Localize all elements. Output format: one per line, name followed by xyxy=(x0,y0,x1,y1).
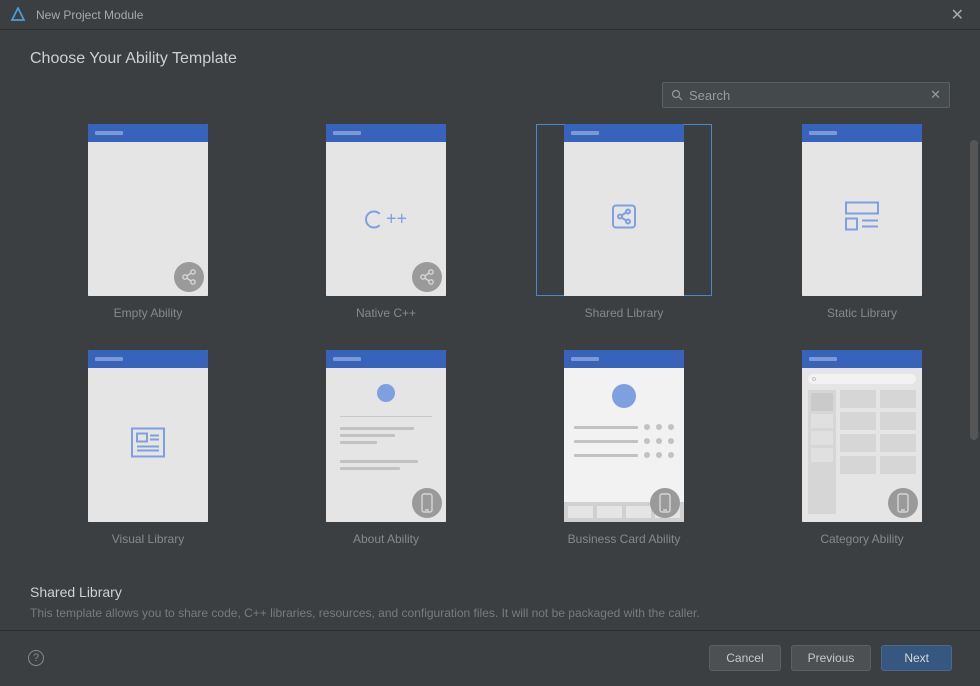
search-row: ✕ xyxy=(30,82,950,108)
template-native-cpp[interactable]: ++ Native C++ xyxy=(298,124,474,320)
template-card-header xyxy=(326,350,446,368)
template-card-header xyxy=(326,124,446,142)
template-card xyxy=(88,124,208,296)
template-card-body xyxy=(802,142,922,296)
selected-template-description: This template allows you to share code, … xyxy=(30,606,950,620)
template-card-body xyxy=(88,142,208,296)
template-category-ability[interactable]: Category Ability xyxy=(774,350,950,546)
template-label: Empty Ability xyxy=(114,306,183,320)
template-visual-library[interactable]: Visual Library xyxy=(60,350,236,546)
next-button[interactable]: Next xyxy=(881,645,952,671)
template-card-body xyxy=(326,368,446,522)
previous-button[interactable]: Previous xyxy=(791,645,872,671)
template-card-outline xyxy=(564,350,684,522)
cancel-button[interactable]: Cancel xyxy=(709,645,780,671)
phone-badge-icon xyxy=(888,488,918,518)
template-card-header xyxy=(802,350,922,368)
template-card-outline xyxy=(88,350,208,522)
template-card xyxy=(564,124,684,296)
document-icon xyxy=(131,428,165,463)
template-card-body xyxy=(564,142,684,296)
template-label: Business Card Ability xyxy=(568,532,681,546)
template-card-header xyxy=(802,124,922,142)
template-card xyxy=(88,350,208,522)
template-card-body xyxy=(564,368,684,522)
share-icon xyxy=(610,203,638,236)
footer: ? Cancel Previous Next xyxy=(0,630,980,684)
template-card xyxy=(326,350,446,522)
close-icon[interactable]: ✕ xyxy=(945,3,970,27)
template-card-outline xyxy=(326,350,446,522)
template-card-outline xyxy=(802,124,922,296)
template-label: Visual Library xyxy=(112,532,184,546)
template-card-body xyxy=(88,368,208,522)
template-grid: Empty Ability ++ Native C++ Shared Library S… xyxy=(30,124,936,546)
description-area: Shared Library This template allows you … xyxy=(30,584,950,620)
app-icon xyxy=(10,7,26,23)
template-label: Shared Library xyxy=(585,306,664,320)
template-card-header xyxy=(564,124,684,142)
main-content: Choose Your Ability Template ✕ Empty Abi… xyxy=(0,30,980,630)
template-label: Category Ability xyxy=(820,532,903,546)
share-badge-icon xyxy=(174,262,204,292)
template-about-ability[interactable]: About Ability xyxy=(298,350,474,546)
scrollbar[interactable] xyxy=(970,140,978,570)
template-card-outline xyxy=(536,124,712,296)
template-label: About Ability xyxy=(353,532,419,546)
selected-template-title: Shared Library xyxy=(30,584,950,600)
share-badge-icon xyxy=(412,262,442,292)
template-empty-ability[interactable]: Empty Ability xyxy=(60,124,236,320)
phone-badge-icon xyxy=(412,488,442,518)
template-card-body: ++ xyxy=(326,142,446,296)
help-icon[interactable]: ? xyxy=(28,650,44,666)
list-icon xyxy=(845,202,879,237)
page-title: Choose Your Ability Template xyxy=(30,50,950,68)
template-card: ++ xyxy=(326,124,446,296)
template-card-outline xyxy=(802,350,922,522)
template-shared-library[interactable]: Shared Library xyxy=(536,124,712,320)
template-card-header xyxy=(564,350,684,368)
scrollbar-thumb[interactable] xyxy=(970,140,978,440)
template-card-body xyxy=(802,368,922,522)
template-card xyxy=(564,350,684,522)
template-card-header xyxy=(88,350,208,368)
clear-search-icon[interactable]: ✕ xyxy=(930,87,941,103)
search-input[interactable] xyxy=(689,88,930,103)
template-label: Native C++ xyxy=(356,306,416,320)
template-business-card-ability[interactable]: Business Card Ability xyxy=(536,350,712,546)
phone-badge-icon xyxy=(650,488,680,518)
template-scroll-area: Empty Ability ++ Native C++ Shared Library S… xyxy=(30,124,950,554)
template-card xyxy=(802,124,922,296)
search-field[interactable]: ✕ xyxy=(662,82,950,108)
template-label: Static Library xyxy=(827,306,897,320)
template-card-header xyxy=(88,124,208,142)
cpp-icon: ++ xyxy=(365,209,407,230)
template-card xyxy=(802,350,922,522)
titlebar: New Project Module ✕ xyxy=(0,0,980,30)
template-static-library[interactable]: Static Library xyxy=(774,124,950,320)
search-icon xyxy=(671,89,683,101)
template-card-outline xyxy=(88,124,208,296)
template-card-outline: ++ xyxy=(326,124,446,296)
window-title: New Project Module xyxy=(36,8,945,22)
